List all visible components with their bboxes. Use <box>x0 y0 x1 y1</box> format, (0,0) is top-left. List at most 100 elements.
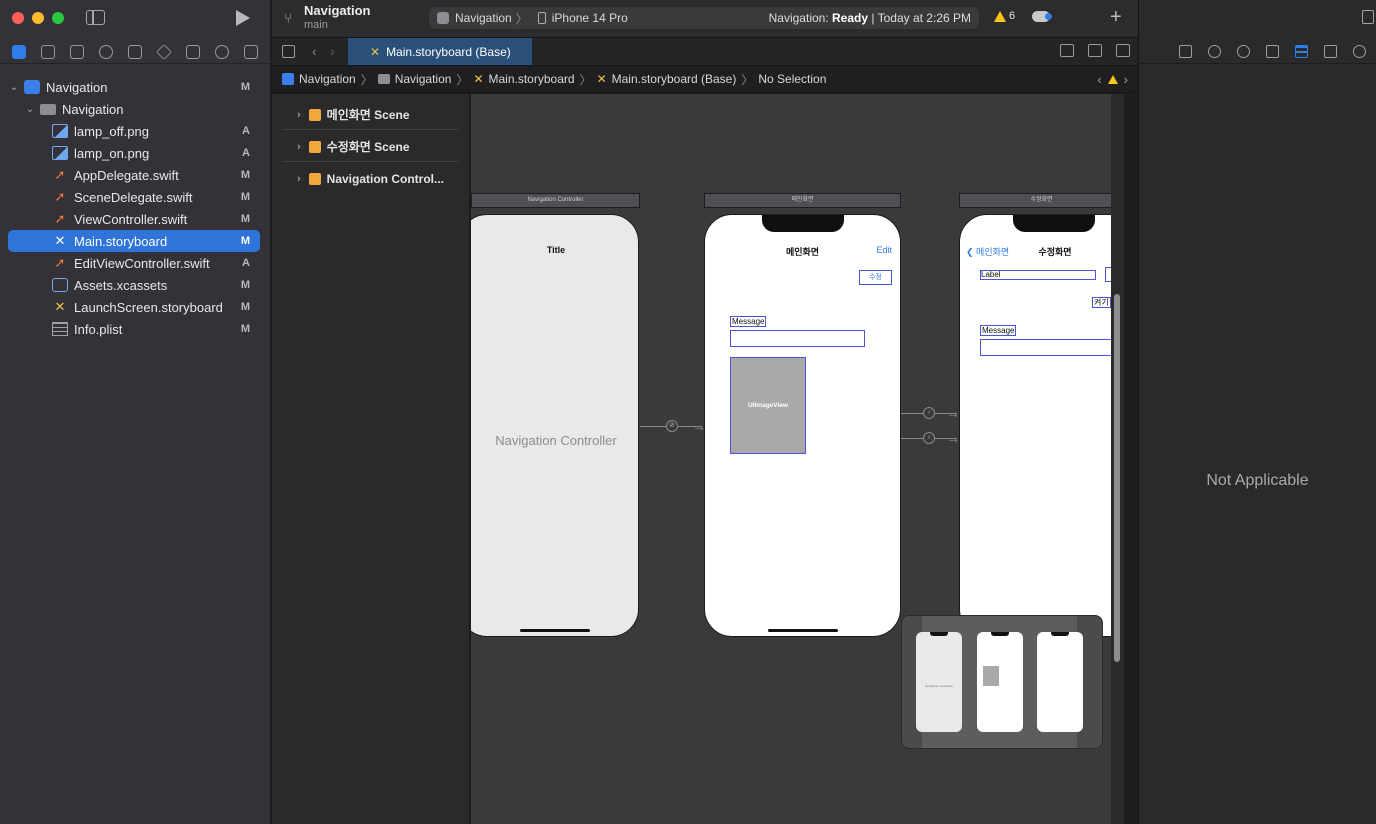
message-label[interactable]: Message <box>730 316 767 327</box>
image-view[interactable]: UIImageView <box>730 357 806 454</box>
scene-header-edit[interactable]: 수정화면 <box>959 193 1124 208</box>
tree-item-file[interactable]: lamp_off.png A <box>8 120 260 142</box>
outline-scene-nav-controller[interactable]: › Navigation Control... <box>282 164 459 194</box>
jumpbar-project[interactable]: Navigation <box>282 72 356 86</box>
outline-scene-main[interactable]: › 메인화면 Scene <box>282 100 459 130</box>
canvas-minimap[interactable]: Navigation Controller <box>901 615 1103 749</box>
test-navigator-icon[interactable] <box>156 43 173 60</box>
jumpbar-file[interactable]: ✕ Main.storyboard <box>473 72 574 86</box>
chevron-right-icon: 〉 <box>360 72 373 87</box>
previous-issue-icon[interactable]: ‹ <box>1097 72 1101 87</box>
message-label[interactable]: Message <box>980 325 1017 336</box>
scene-header-nav-controller[interactable]: Navigation Controller <box>471 193 640 208</box>
zoom-window-button[interactable] <box>52 12 64 24</box>
run-button[interactable] <box>236 10 250 26</box>
jumpbar-label: Main.storyboard <box>488 72 575 86</box>
relationship-segue-icon[interactable]: ⊘ <box>666 420 678 432</box>
next-issue-icon[interactable]: › <box>1124 72 1128 87</box>
attributes-inspector-icon[interactable] <box>1295 45 1308 58</box>
breakpoint-navigator-icon[interactable] <box>215 44 230 59</box>
cloud-status-icon[interactable] <box>1032 11 1052 22</box>
connections-inspector-icon[interactable] <box>1353 45 1366 58</box>
inspector-toggle-icon[interactable] <box>1362 10 1374 24</box>
back-chevron-icon[interactable]: ‹ <box>312 43 317 59</box>
image-file-icon <box>52 146 68 160</box>
find-navigator-icon[interactable] <box>98 44 113 59</box>
file-inspector-icon[interactable] <box>1179 45 1192 58</box>
show-segue-icon[interactable]: ‹ <box>923 407 935 419</box>
disclosure-closed-icon[interactable]: › <box>297 173 301 185</box>
jumpbar-group[interactable]: Navigation <box>377 72 451 86</box>
minimize-window-button[interactable] <box>32 12 44 24</box>
tree-item-file-selected[interactable]: ✕ Main.storyboard M <box>8 230 260 252</box>
scm-status: M <box>240 323 250 335</box>
debug-navigator-icon[interactable] <box>186 44 201 59</box>
symbol-navigator-icon[interactable] <box>69 44 84 59</box>
history-inspector-icon[interactable] <box>1208 45 1221 58</box>
scheme-selector[interactable]: Navigation <box>455 11 512 25</box>
chevron-right-icon: 〉 <box>515 11 528 26</box>
tree-item-project[interactable]: ⌄ Navigation M <box>8 76 260 98</box>
switch-label[interactable]: 켜기 <box>1092 297 1111 308</box>
source-control-navigator-icon[interactable] <box>40 44 55 59</box>
related-items-grid-icon[interactable] <box>282 45 295 58</box>
warning-icon[interactable] <box>1107 75 1118 84</box>
report-navigator-icon[interactable] <box>244 44 259 59</box>
disclosure-open-icon[interactable]: ⌄ <box>24 104 36 115</box>
nav-controller-device[interactable]: Title Navigation Controller <box>471 214 639 637</box>
iphone-icon <box>537 12 546 24</box>
quick-help-icon[interactable] <box>1237 45 1250 58</box>
device-notch <box>991 632 1009 636</box>
scm-status: M <box>240 301 250 313</box>
scene-header-main[interactable]: 메인화면 <box>704 193 901 208</box>
disclosure-closed-icon[interactable]: › <box>297 109 301 121</box>
segue-arrow-icon: → <box>946 430 960 446</box>
inspector-tab-bar <box>1139 40 1376 64</box>
disclosure-open-icon[interactable]: ⌄ <box>8 82 20 93</box>
message-text-field[interactable] <box>980 339 1114 356</box>
storyboard-file-icon: ✕ <box>54 299 66 314</box>
issue-navigation: ‹ › <box>1097 72 1128 87</box>
tree-item-file[interactable]: ➚ ViewController.swift M <box>8 208 260 230</box>
split-editor-icon[interactable] <box>1116 44 1130 57</box>
library-plus-button[interactable]: + <box>1110 6 1122 29</box>
home-indicator <box>767 629 838 632</box>
tree-item-file[interactable]: ✕ LaunchScreen.storyboard M <box>8 296 260 318</box>
project-navigator-icon[interactable] <box>11 44 26 59</box>
tree-item-group[interactable]: ⌄ Navigation <box>8 98 260 120</box>
main-scene-device[interactable]: 메인화면 Edit 수정 Message UIImageView <box>704 214 901 637</box>
issue-navigator-icon[interactable] <box>127 44 142 59</box>
scrollbar-thumb[interactable] <box>1114 294 1120 662</box>
jumpbar-localization[interactable]: ✕ Main.storyboard (Base) <box>597 72 737 86</box>
device-selector[interactable]: iPhone 14 Pro <box>552 11 628 25</box>
outline-scene-edit[interactable]: › 수정화면 Scene <box>282 132 459 162</box>
tree-item-file[interactable]: ➚ AppDelegate.swift M <box>8 164 260 186</box>
editor-tab-main-storyboard[interactable]: ✕ Main.storyboard (Base) <box>348 38 532 65</box>
inspector-empty-message: Not Applicable <box>1206 472 1309 489</box>
branch-name[interactable]: main <box>304 19 328 31</box>
canvas-vertical-scrollbar[interactable] <box>1111 94 1124 824</box>
show-segue-icon[interactable]: ‹ <box>923 432 935 444</box>
sidebar-toggle-icon[interactable] <box>86 10 105 25</box>
scm-status: M <box>240 279 250 291</box>
forward-chevron-icon[interactable]: › <box>330 43 335 59</box>
close-window-button[interactable] <box>12 12 24 24</box>
storyboard-canvas[interactable]: Navigation Controller Title Navigation C… <box>471 94 1124 824</box>
edit-scene-device[interactable]: ❮ 메인화면 수정화면 Label 완 켜기 Message <box>959 214 1124 637</box>
disclosure-closed-icon[interactable]: › <box>297 141 301 153</box>
identity-inspector-icon[interactable] <box>1266 45 1279 58</box>
warnings-indicator[interactable]: 6 <box>994 10 1015 22</box>
editor-options-lines-icon[interactable] <box>1088 44 1102 57</box>
swap-arrows-icon[interactable] <box>1060 44 1074 57</box>
size-inspector-icon[interactable] <box>1324 45 1337 58</box>
message-text-field[interactable] <box>730 330 865 347</box>
tree-item-file[interactable]: ➚ EditViewController.swift A <box>8 252 260 274</box>
tree-item-file[interactable]: lamp_on.png A <box>8 142 260 164</box>
tree-item-file[interactable]: Assets.xcassets M <box>8 274 260 296</box>
jumpbar-selection[interactable]: No Selection <box>758 72 826 86</box>
tree-item-file[interactable]: Info.plist M <box>8 318 260 340</box>
modify-button[interactable]: 수정 <box>859 270 892 285</box>
tree-item-file[interactable]: ➚ SceneDelegate.swift M <box>8 186 260 208</box>
edit-bar-button[interactable]: Edit <box>876 245 892 255</box>
editor-options <box>1060 44 1130 57</box>
